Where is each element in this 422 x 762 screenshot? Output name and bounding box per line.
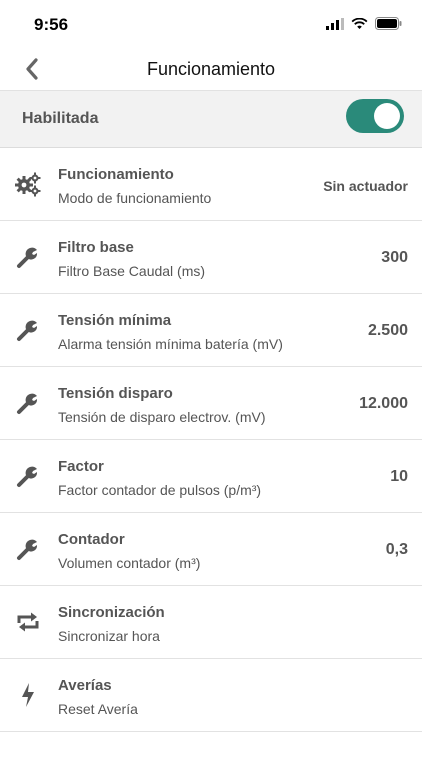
wrench-icon bbox=[14, 316, 42, 344]
item-subtitle: Factor contador de pulsos (p/m³) bbox=[58, 482, 262, 498]
item-value: Sin actuador bbox=[323, 178, 408, 194]
wrench-icon bbox=[14, 389, 42, 417]
item-subtitle: Volumen contador (m³) bbox=[58, 555, 201, 571]
wrench-icon bbox=[14, 462, 42, 490]
item-title: Tensión mínima bbox=[58, 312, 172, 329]
list-item-tension-disparo[interactable]: Tensión disparo Tensión de disparo elect… bbox=[0, 367, 422, 440]
item-subtitle: Reset Avería bbox=[58, 701, 138, 717]
item-title: Averías bbox=[58, 677, 112, 694]
lightning-icon bbox=[14, 681, 42, 709]
list-item-averias[interactable]: Averías Reset Avería bbox=[0, 659, 422, 732]
list-item-sincronizacion[interactable]: Sincronización Sincronizar hora bbox=[0, 586, 422, 659]
wrench-icon bbox=[14, 243, 42, 271]
status-time: 9:56 bbox=[34, 15, 69, 34]
item-title: Tensión disparo bbox=[58, 385, 173, 402]
item-subtitle: Filtro Base Caudal (ms) bbox=[58, 263, 206, 279]
item-subtitle: Modo de funcionamiento bbox=[58, 190, 212, 206]
battery-icon bbox=[375, 17, 402, 30]
list-item-funcionamiento[interactable]: Funcionamiento Modo de funcionamiento Si… bbox=[0, 148, 422, 221]
item-title: Filtro base bbox=[58, 239, 134, 256]
item-title: Funcionamiento bbox=[58, 166, 174, 183]
item-value: 300 bbox=[381, 249, 408, 266]
item-subtitle: Tensión de disparo electrov. (mV) bbox=[58, 409, 266, 425]
item-value: 0,3 bbox=[385, 541, 408, 558]
settings-list: Funcionamiento Modo de funcionamiento Si… bbox=[0, 148, 422, 762]
list-item-filtro-base[interactable]: Filtro base Filtro Base Caudal (ms) 300 bbox=[0, 221, 422, 294]
item-value: 2.500 bbox=[367, 322, 408, 339]
item-subtitle: Alarma tensión mínima batería (mV) bbox=[58, 336, 283, 352]
sync-icon bbox=[14, 608, 42, 636]
list-item-contador[interactable]: Contador Volumen contador (m³) 0,3 bbox=[0, 513, 422, 586]
item-value: 10 bbox=[390, 468, 408, 485]
wrench-icon bbox=[14, 535, 42, 563]
gears-icon bbox=[14, 170, 42, 198]
signal-icon bbox=[326, 17, 344, 30]
page-title: Funcionamiento bbox=[146, 59, 276, 79]
enabled-toggle[interactable] bbox=[346, 99, 404, 133]
item-title: Contador bbox=[58, 531, 125, 548]
status-bar: 9:56 bbox=[0, 0, 422, 50]
enabled-toggle-row: Habilitada bbox=[0, 90, 422, 148]
wifi-icon bbox=[351, 17, 368, 29]
list-item-tension-minima[interactable]: Tensión mínima Alarma tensión mínima bat… bbox=[0, 294, 422, 367]
toggle-knob bbox=[374, 103, 400, 129]
item-title: Sincronización bbox=[58, 604, 165, 621]
item-subtitle: Sincronizar hora bbox=[58, 628, 160, 644]
status-icons bbox=[326, 17, 402, 30]
enabled-label: Habilitada bbox=[22, 110, 99, 127]
list-item-partial[interactable] bbox=[0, 732, 422, 762]
item-title: Factor bbox=[58, 458, 104, 475]
list-item-factor[interactable]: Factor Factor contador de pulsos (p/m³) … bbox=[0, 440, 422, 513]
item-value: 12.000 bbox=[359, 395, 408, 412]
nav-bar: Funcionamiento bbox=[0, 50, 422, 90]
